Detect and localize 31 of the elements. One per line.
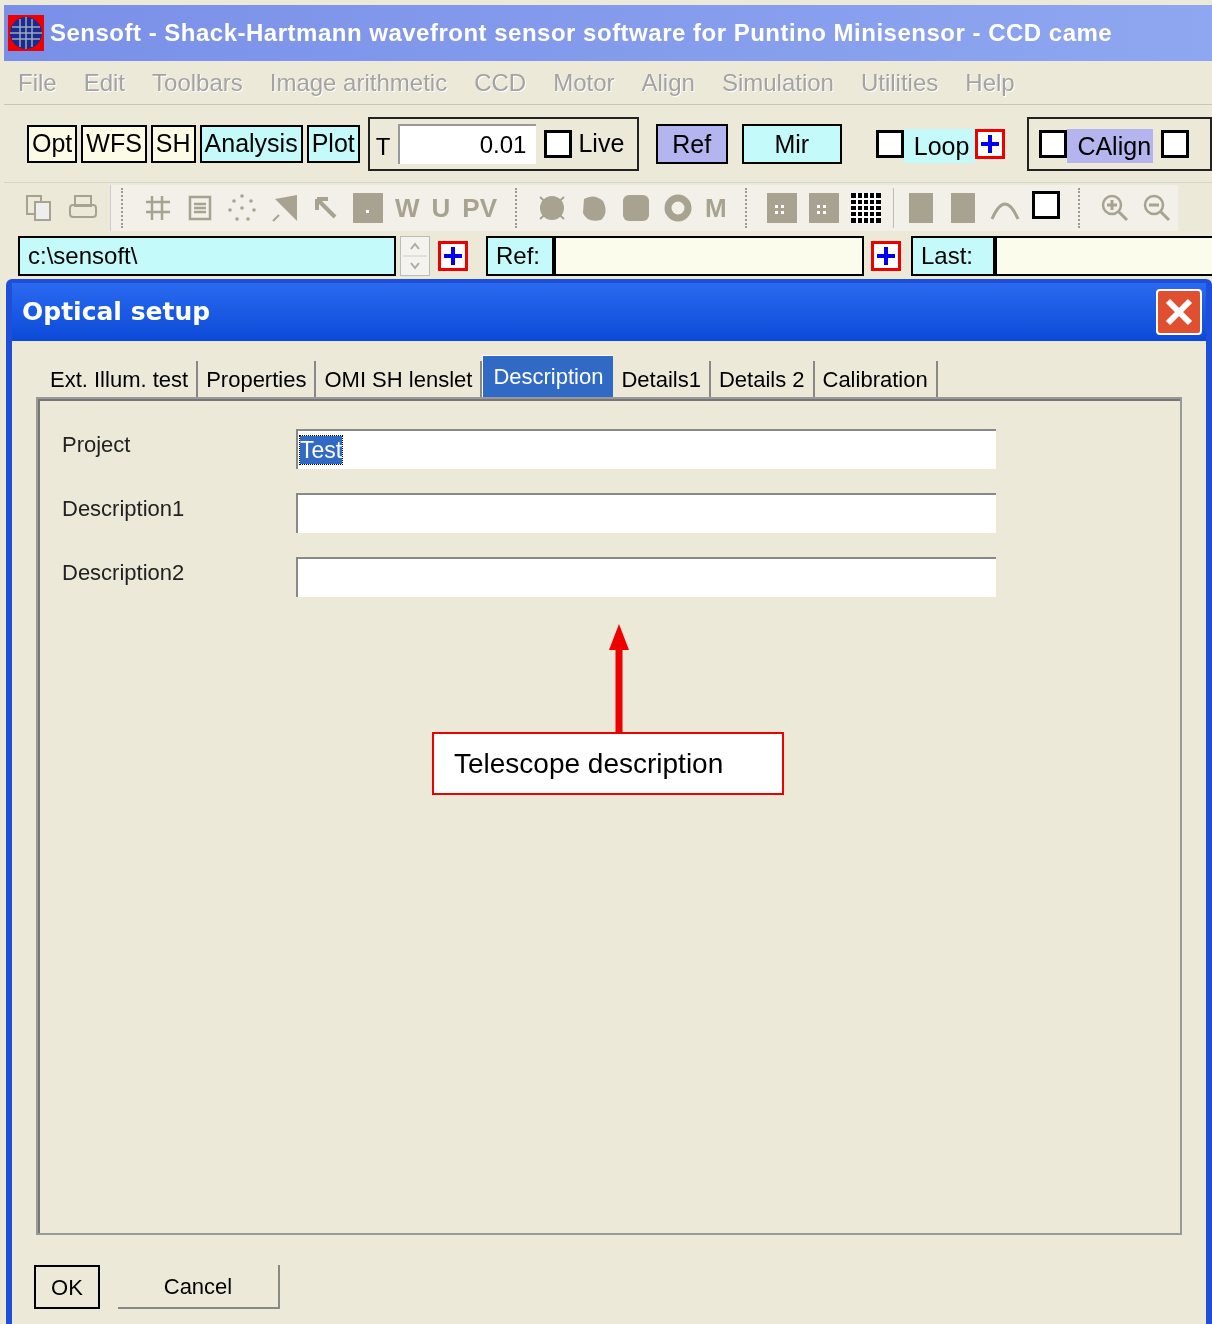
path-field[interactable]: c:\sensoft\ — [18, 236, 396, 276]
tab[interactable]: Ext. Illum. test — [42, 361, 199, 397]
field-label: Description2 — [61, 558, 186, 587]
tab[interactable]: Calibration — [814, 361, 938, 397]
loop-label: Loop — [903, 128, 976, 163]
toolbar-button[interactable]: Analysis — [199, 124, 303, 163]
tab[interactable]: Details 2 — [710, 361, 815, 397]
ok-button[interactable]: OK — [34, 1265, 100, 1309]
tab[interactable]: Description — [482, 355, 614, 397]
field-label: Project — [61, 430, 132, 459]
toolbar-button[interactable]: SH — [150, 124, 196, 163]
field-value: Test — [300, 436, 343, 464]
t-field[interactable]: 0.01 — [398, 123, 537, 164]
tab[interactable]: Properties — [198, 361, 317, 397]
cancel-button[interactable]: Cancel — [118, 1265, 280, 1309]
toolbar-button[interactable]: Opt — [27, 124, 78, 163]
toolbar-button[interactable]: Plot — [306, 124, 360, 163]
toolbar-button[interactable]: Ref — [655, 123, 728, 164]
window-title: Sensoft - Shack-Hartmann wavefront sensor software for Puntino Minisensor - CCD came — [50, 18, 1113, 48]
t-label: T — [375, 131, 391, 162]
live-label: Live — [578, 127, 625, 159]
annotation-label: Telescope description — [432, 732, 784, 795]
toolbar-button[interactable]: WFS — [81, 124, 147, 163]
tab[interactable]: Details1 — [613, 361, 711, 397]
ref-label: Ref: — [486, 236, 554, 276]
field-label: Description1 — [61, 494, 186, 523]
toolbar-button[interactable]: Mir — [741, 123, 842, 164]
last-label: Last: — [911, 236, 995, 276]
text-field[interactable]: Test — [296, 429, 996, 469]
calign-label: CAlign — [1067, 128, 1154, 163]
dialog-title: Optical setup — [22, 296, 211, 329]
